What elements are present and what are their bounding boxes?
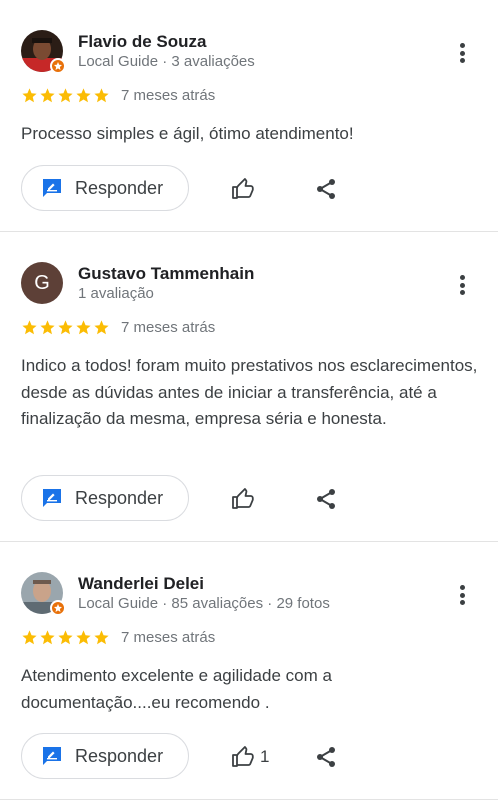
review-date: 7 meses atrás [121, 629, 216, 646]
star-rating [21, 87, 110, 104]
reply-label: Responder [75, 487, 164, 508]
reply-label: Responder [75, 177, 164, 198]
share-icon[interactable] [314, 177, 338, 201]
star-icon [76, 88, 91, 103]
avatar[interactable] [21, 572, 66, 616]
more-options-button[interactable] [452, 272, 472, 298]
more-options-button[interactable] [452, 582, 472, 608]
star-icon [94, 88, 109, 103]
review-card: Wanderlei Delei Local Guide · 85 avaliaç… [0, 542, 498, 800]
like-button[interactable]: 1 [231, 744, 269, 770]
star-icon [94, 320, 109, 335]
star-icon [22, 88, 37, 103]
avatar-letter: G [21, 262, 63, 304]
like-count: 1 [260, 747, 270, 766]
reviewer-name[interactable]: Gustavo Tammenhain [78, 264, 254, 284]
review-date: 7 meses atrás [121, 87, 216, 104]
reviewer-meta: 1 avaliação [78, 285, 154, 302]
like-button[interactable] [231, 176, 260, 202]
star-icon [58, 88, 73, 103]
review-card: G Gustavo Tammenhain 1 avaliação 7 meses… [0, 232, 498, 542]
reply-icon [43, 489, 61, 507]
share-icon[interactable] [314, 745, 338, 769]
star-rating [21, 629, 110, 646]
star-icon [58, 630, 73, 645]
star-icon [58, 320, 73, 335]
star-icon [22, 630, 37, 645]
star-rating [21, 319, 110, 336]
star-icon [40, 88, 55, 103]
local-guide-badge-icon [50, 58, 66, 74]
reply-button[interactable]: Responder [21, 733, 189, 779]
more-options-button[interactable] [452, 40, 472, 66]
more-vert-icon [459, 585, 465, 590]
review-card: Flavio de Souza Local Guide · 3 avaliaçõ… [0, 0, 498, 232]
star-icon [40, 630, 55, 645]
thumb-up-icon [232, 488, 254, 509]
thumb-up-icon [232, 746, 254, 767]
reply-label: Responder [75, 745, 164, 766]
more-vert-icon [459, 43, 465, 48]
review-text: Processo simples e ágil, ótimo atendimen… [21, 124, 354, 143]
star-icon [22, 320, 37, 335]
avatar[interactable]: G [21, 262, 63, 304]
more-vert-icon [459, 275, 465, 280]
share-icon[interactable] [314, 487, 338, 511]
local-guide-badge-icon [50, 600, 66, 616]
star-icon [40, 320, 55, 335]
reviewer-name[interactable]: Flavio de Souza [78, 32, 206, 52]
reply-button[interactable]: Responder [21, 165, 189, 211]
rating-row: 7 meses atrás [21, 87, 215, 104]
reviewer-meta: Local Guide · 3 avaliações [78, 53, 255, 70]
review-text: Atendimento excelente e agilidade com a … [21, 666, 332, 712]
reviewer-name[interactable]: Wanderlei Delei [78, 574, 204, 594]
review-date: 7 meses atrás [121, 319, 216, 336]
star-icon [76, 320, 91, 335]
rating-row: 7 meses atrás [21, 629, 215, 646]
reply-icon [43, 747, 61, 765]
reply-icon [43, 179, 61, 197]
star-icon [94, 630, 109, 645]
avatar[interactable] [21, 30, 66, 74]
reply-button[interactable]: Responder [21, 475, 189, 521]
thumb-up-icon [232, 178, 254, 199]
star-icon [76, 630, 91, 645]
review-text: Indico a todos! foram muito prestativos … [21, 356, 478, 428]
like-button[interactable] [231, 486, 260, 512]
rating-row: 7 meses atrás [21, 319, 215, 336]
reviewer-meta: Local Guide · 85 avaliações · 29 fotos [78, 595, 330, 612]
